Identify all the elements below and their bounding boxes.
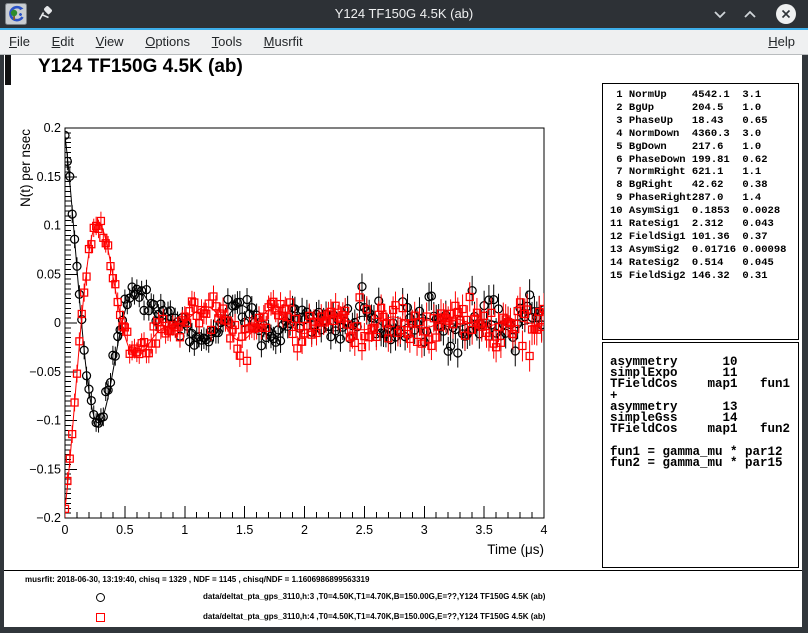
info-pad: musrfit: 2018-06-30, 13:19:40, chisq = 1… bbox=[4, 570, 802, 627]
menu-edit[interactable]: Edit bbox=[43, 30, 83, 55]
close-button[interactable] bbox=[776, 4, 796, 24]
legend-label: data/deltat_pta_gps_3110,h:4 ,T0=4.50K,T… bbox=[203, 612, 545, 621]
maximize-button[interactable] bbox=[740, 4, 760, 24]
minimize-button[interactable] bbox=[710, 4, 730, 24]
root-canvas: Y124 TF150G 4.5K (ab) 00.511.522.533.54−… bbox=[4, 55, 802, 627]
menu-file[interactable]: File bbox=[0, 30, 39, 55]
plot-svg: 0 0.5 1 1.5 2 2.5 3 3.5 4 −0.2 −0.15 −0.1 −0.05 0 0.05… bbox=[4, 55, 603, 570]
parameter-row: 7 NormRight 621.1 1.1 bbox=[610, 166, 798, 179]
menu-help[interactable]: Help bbox=[759, 30, 804, 49]
parameter-row: 1 NormUp 4542.1 3.1 bbox=[610, 89, 798, 102]
menu-tools[interactable]: Tools bbox=[203, 30, 251, 55]
error-bars bbox=[65, 212, 544, 518]
fit-status-line: musrfit: 2018-06-30, 13:19:40, chisq = 1… bbox=[25, 575, 369, 584]
svg-text:1.5: 1.5 bbox=[236, 523, 253, 537]
parameter-row: 2 BgUp 204.5 1.0 bbox=[610, 102, 798, 115]
parameter-row: 14 RateSig2 0.514 0.045 bbox=[610, 257, 798, 270]
parameter-row: 6 PhaseDown 199.81 0.62 bbox=[610, 154, 798, 167]
svg-text:−0.15: −0.15 bbox=[29, 462, 61, 476]
parameter-row: 4 NormDown 4360.3 3.0 bbox=[610, 128, 798, 141]
titlebar: Y124 TF150G 4.5K (ab) bbox=[0, 0, 808, 28]
data-points bbox=[62, 217, 548, 512]
parameter-row: 15 FieldSig2 146.32 0.31 bbox=[610, 270, 798, 283]
parameter-row: 10 AsymSig1 0.1853 0.0028 bbox=[610, 205, 798, 218]
legend-label: data/deltat_pta_gps_3110,h:3 ,T0=4.50K,T… bbox=[203, 592, 545, 601]
svg-text:0.1: 0.1 bbox=[44, 219, 61, 233]
theory-line: TFieldCos map1 fun2 bbox=[610, 424, 798, 435]
parameter-row: 5 BgDown 217.6 1.0 bbox=[610, 141, 798, 154]
parameter-row: 11 RateSig1 2.312 0.043 bbox=[610, 218, 798, 231]
svg-text:0: 0 bbox=[62, 523, 69, 537]
menu-musrfit[interactable]: Musrfit bbox=[255, 30, 312, 55]
close-icon bbox=[781, 9, 791, 19]
parameter-row: 13 AsymSig2 0.01716 0.00098 bbox=[610, 244, 798, 257]
window-title: Y124 TF150G 4.5K (ab) bbox=[0, 0, 808, 28]
svg-text:2.5: 2.5 bbox=[356, 523, 373, 537]
error-bars bbox=[65, 127, 544, 433]
legend-marker-square bbox=[96, 613, 105, 622]
plot-canvas[interactable]: 0 0.5 1 1.5 2 2.5 3 3.5 4 −0.2 −0.15 −0.1 −0.05 0 0.05… bbox=[4, 55, 603, 570]
theory-box: asymmetry 10simplExpo 11TFieldCos map1 f… bbox=[602, 342, 799, 568]
series-histo4 bbox=[62, 212, 548, 518]
parameter-box: 1 NormUp 4542.1 3.1 2 BgUp 204.5 1.0 3 P… bbox=[602, 83, 799, 340]
svg-text:0.15: 0.15 bbox=[37, 170, 61, 184]
svg-text:0.2: 0.2 bbox=[44, 121, 61, 135]
svg-text:4: 4 bbox=[541, 523, 548, 537]
svg-text:−0.05: −0.05 bbox=[29, 365, 61, 379]
y-axis-title: N(t) per nsec bbox=[18, 129, 33, 207]
musrfit-window: Y124 TF150G 4.5K (ab) File Edit View Opt… bbox=[0, 0, 808, 633]
parameter-row: 3 PhaseUp 18.43 0.65 bbox=[610, 115, 798, 128]
svg-text:−0.2: −0.2 bbox=[36, 511, 61, 525]
parameter-row: 9 PhaseRight287.0 1.4 bbox=[610, 192, 798, 205]
menu-view[interactable]: View bbox=[87, 30, 133, 55]
svg-text:3: 3 bbox=[421, 523, 428, 537]
x-tick-labels: 0 0.5 1 1.5 2 2.5 3 3.5 4 bbox=[62, 523, 548, 537]
series-histo3 bbox=[61, 127, 548, 433]
parameter-row: 12 FieldSig1 101.36 0.37 bbox=[610, 231, 798, 244]
svg-text:2: 2 bbox=[301, 523, 308, 537]
menubar: File Edit View Options Tools Musrfit Hel… bbox=[0, 30, 808, 55]
legend-entry: data/deltat_pta_gps_3110,h:3 ,T0=4.50K,T… bbox=[4, 588, 802, 608]
theory-line: TFieldCos map1 fun1 bbox=[610, 379, 798, 390]
svg-text:−0.1: −0.1 bbox=[36, 414, 61, 428]
data-points bbox=[61, 131, 548, 427]
fit-line bbox=[65, 222, 544, 508]
y-tick-labels: −0.2 −0.15 −0.1 −0.05 0 0.05 0.1 0.15 0.2 bbox=[29, 121, 61, 525]
menu-options[interactable]: Options bbox=[136, 30, 199, 55]
parameter-row: 8 BgRight 42.62 0.38 bbox=[610, 179, 798, 192]
x-axis-title: Time (μs) bbox=[487, 542, 544, 557]
svg-text:0.5: 0.5 bbox=[116, 523, 133, 537]
x-axis-ticks bbox=[65, 506, 544, 518]
chevron-down-icon bbox=[713, 10, 727, 19]
svg-text:0.05: 0.05 bbox=[37, 267, 61, 281]
legend-marker-circle bbox=[96, 593, 105, 602]
svg-text:3.5: 3.5 bbox=[475, 523, 492, 537]
svg-text:0: 0 bbox=[54, 316, 61, 330]
theory-line: fun2 = gamma_mu * par15 bbox=[610, 458, 798, 469]
legend-entry: data/deltat_pta_gps_3110,h:4 ,T0=4.50K,T… bbox=[4, 608, 802, 628]
svg-text:1: 1 bbox=[181, 523, 188, 537]
chevron-up-icon bbox=[743, 10, 757, 19]
